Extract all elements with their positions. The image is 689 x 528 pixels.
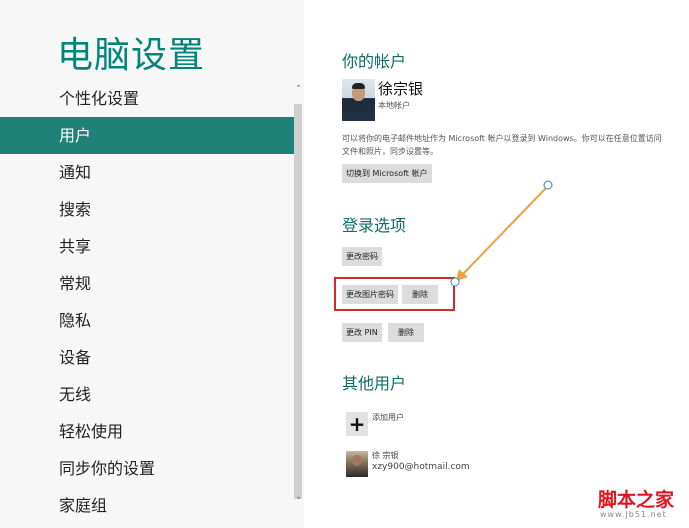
- user-account-type: 本地帐户: [378, 101, 410, 110]
- other-avatar-face: [352, 455, 362, 466]
- watermark-url: www.Jb51.net: [600, 510, 667, 519]
- change-pin-button[interactable]: 更改 PIN: [342, 323, 382, 342]
- app-title: 电脑设置: [57, 35, 206, 76]
- content-pane: 你的帐户 徐宗银 本地帐户 可以将你的电子邮件地址作为 Microsoft 帐户…: [304, 0, 689, 528]
- user-name: 徐宗银: [378, 80, 424, 98]
- nav-item-wireless[interactable]: 无线: [0, 376, 294, 413]
- other-user-name[interactable]: 徐 宗银: [372, 450, 399, 461]
- nav-item-search[interactable]: 搜索: [0, 191, 294, 228]
- nav-item-sync-settings[interactable]: 同步你的设置: [0, 450, 294, 487]
- nav-item-notifications[interactable]: 通知: [0, 154, 294, 191]
- watermark-logo: 脚本之家: [598, 489, 675, 511]
- nav-list: 个性化设置 用户 通知 搜索 共享 常规 隐私 设备 无线 轻松使用 同步你的设…: [0, 80, 294, 524]
- account-description: 可以将你的电子邮件地址作为 Microsoft 帐户以登录到 Windows。你…: [342, 134, 662, 156]
- scroll-up-icon[interactable]: ˄: [293, 84, 304, 96]
- nav-item-personalize[interactable]: 个性化设置: [0, 80, 294, 117]
- delete-pin-button[interactable]: 删除: [388, 323, 424, 342]
- nav-item-ease-of-access[interactable]: 轻松使用: [0, 413, 294, 450]
- nav-item-devices[interactable]: 设备: [0, 339, 294, 376]
- nav-scrollbar[interactable]: ˄ ˅: [293, 84, 304, 514]
- scroll-thumb[interactable]: [294, 104, 302, 499]
- navigation-pane: 电脑设置 个性化设置 用户 通知 搜索 共享 常规 隐私 设备 无线 轻松使用 …: [0, 0, 304, 528]
- other-users-section-title: 其他用户: [342, 374, 407, 393]
- nav-item-general[interactable]: 常规: [0, 265, 294, 302]
- add-user-label[interactable]: 添加用户: [372, 412, 404, 423]
- change-password-button[interactable]: 更改密码: [342, 247, 382, 266]
- user-avatar: [342, 79, 375, 121]
- change-picture-password-button[interactable]: 更改图片密码: [342, 285, 398, 304]
- nav-item-homegroup[interactable]: 家庭组: [0, 487, 294, 524]
- nav-item-share[interactable]: 共享: [0, 228, 294, 265]
- signin-section-title: 登录选项: [342, 216, 407, 235]
- account-section-title: 你的帐户: [342, 52, 407, 71]
- plus-icon[interactable]: +: [346, 412, 368, 436]
- other-user-email[interactable]: xzy900@hotmail.com: [372, 462, 470, 472]
- nav-item-users[interactable]: 用户: [0, 117, 294, 154]
- delete-picture-password-button[interactable]: 删除: [402, 285, 438, 304]
- switch-microsoft-account-button[interactable]: 切换到 Microsoft 帐户: [342, 164, 432, 183]
- scroll-down-icon[interactable]: ˅: [293, 496, 304, 508]
- other-user-avatar: [346, 451, 368, 477]
- nav-item-privacy[interactable]: 隐私: [0, 302, 294, 339]
- avatar-hair: [352, 83, 365, 89]
